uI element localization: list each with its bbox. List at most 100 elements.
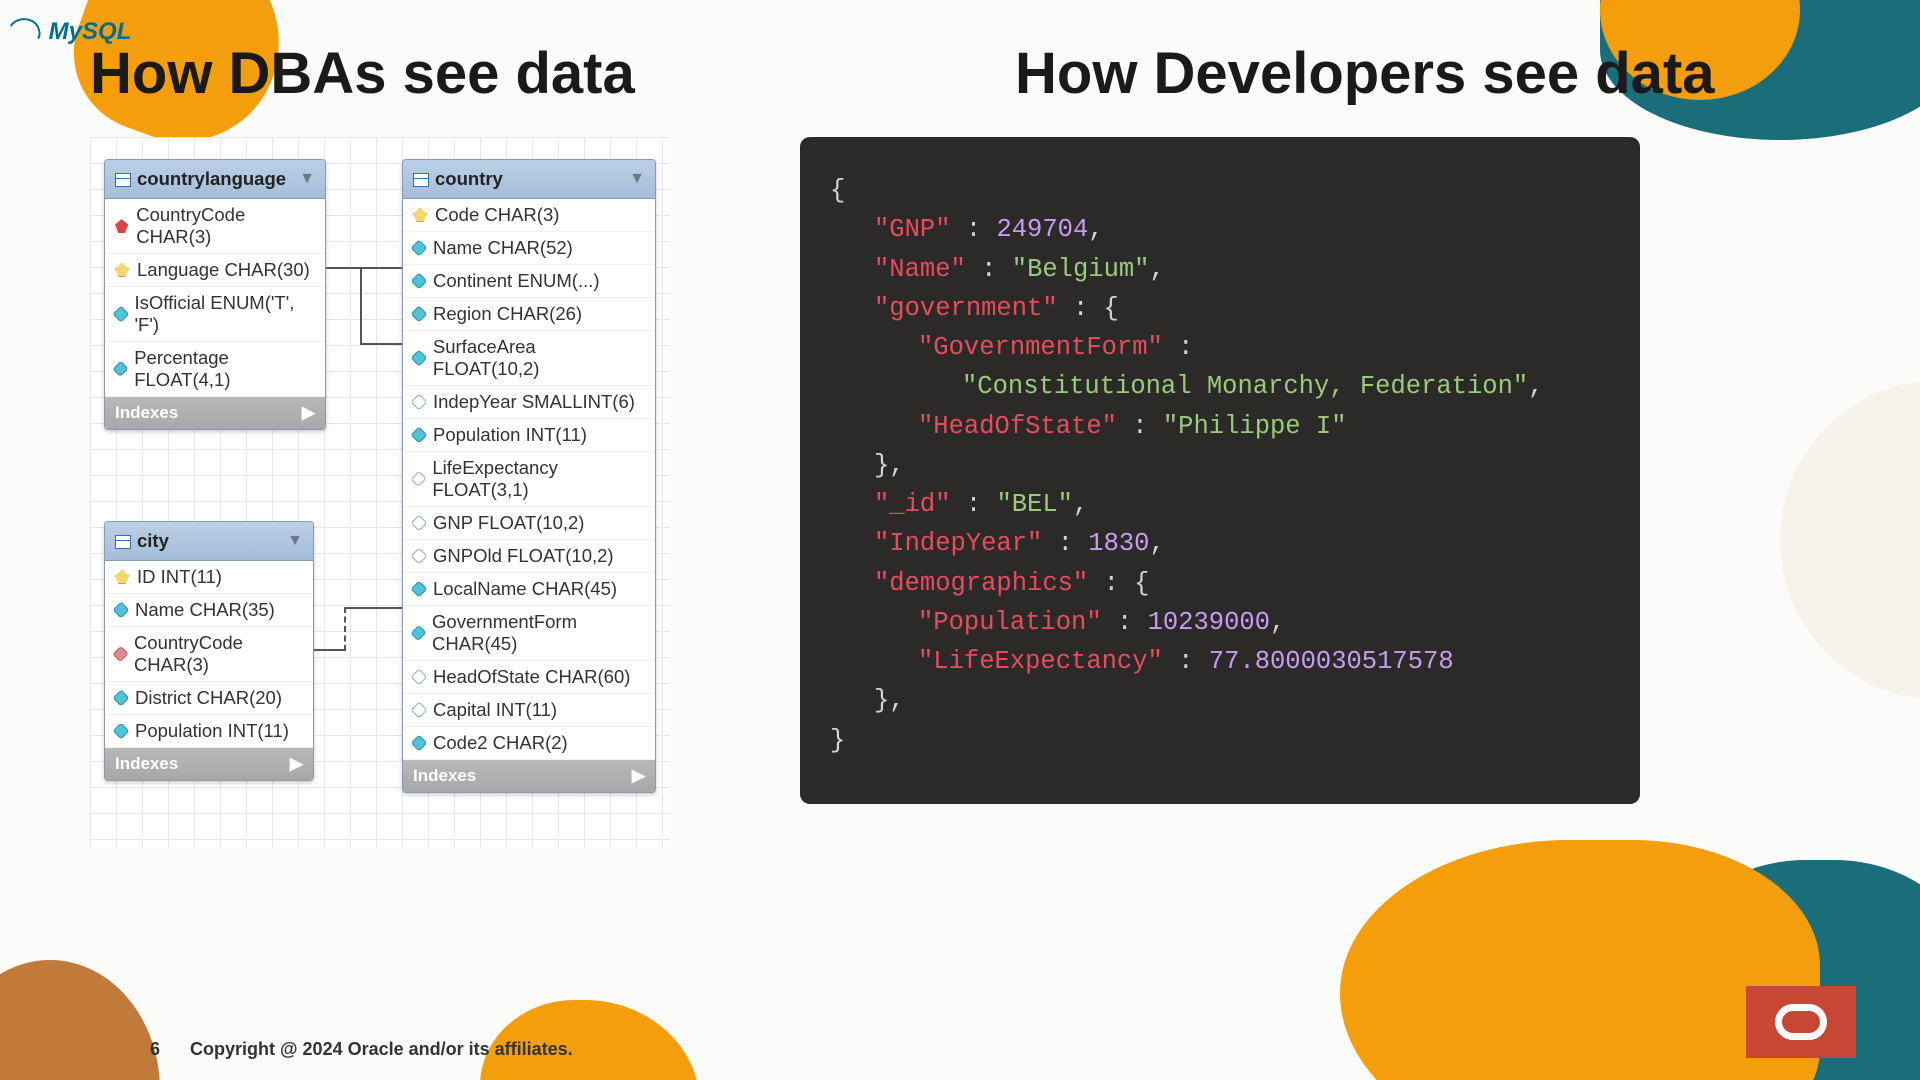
table-column: SurfaceArea FLOAT(10,2) [403,331,655,386]
column-icon [113,690,130,707]
relationship-line [314,649,344,651]
table-name: countrylanguage [137,168,286,189]
title-left: How DBAs see data [90,40,905,107]
oracle-ring-icon [1775,1004,1827,1040]
table-column: District CHAR(20) [105,682,313,715]
column-icon [411,515,428,532]
table-column: Code2 CHAR(2) [403,727,655,760]
column-icon [113,723,130,740]
code-line: "GovernmentForm" : [830,328,1610,367]
footer-label: Indexes [115,754,178,774]
column-text: IsOfficial ENUM('T', 'F') [135,292,315,336]
relationship-line [360,343,402,345]
slide-body: How DBAs see data How Developers see dat… [0,0,1920,1080]
table-column: IndepYear SMALLINT(6) [403,386,655,419]
table-column: LocalName CHAR(45) [403,573,655,606]
column-text: Population INT(11) [433,424,587,446]
table-footer: Indexes ▶ [105,397,325,429]
play-icon: ▶ [632,766,645,786]
code-line: "_id" : "BEL", [830,485,1610,524]
table-city: city ▼ ID INT(11) Name CHAR(35) CountryC… [104,521,314,781]
table-column: Percentage FLOAT(4,1) [105,342,325,397]
code-line: "IndepYear" : 1830, [830,524,1610,563]
oracle-logo [1746,986,1856,1058]
column-text: Population INT(11) [135,720,289,742]
json-code-block: { "GNP" : 249704, "Name" : "Belgium", "g… [800,137,1640,804]
table-column: Capital INT(11) [403,694,655,727]
code-line: "Constitutional Monarchy, Federation", [830,367,1610,406]
copyright-text: Copyright @ 2024 Oracle and/or its affil… [190,1039,573,1060]
table-column: CountryCode CHAR(3) [105,627,313,682]
column-text: GNPOld FLOAT(10,2) [433,545,614,567]
column-icon [112,306,129,323]
table-column: ID INT(11) [105,561,313,594]
table-header: country ▼ [403,160,655,199]
column-text: Name CHAR(52) [433,237,573,259]
code-line: "HeadOfState" : "Philippe I" [830,407,1610,446]
table-icon [115,173,131,187]
column-icon [411,427,428,444]
chevron-down-icon: ▼ [629,170,645,188]
code-line: "GNP" : 249704, [830,210,1610,249]
code-line: } [830,726,845,755]
column-text: HeadOfState CHAR(60) [433,666,630,688]
column-text: District CHAR(20) [135,687,282,709]
column-text: Code CHAR(3) [435,204,559,226]
code-line: "Population" : 10239000, [830,603,1610,642]
table-column: GNP FLOAT(10,2) [403,507,655,540]
column-text: Region CHAR(26) [433,303,582,325]
column-text: Continent ENUM(...) [433,270,600,292]
column-icon [411,669,428,686]
column-text: ID INT(11) [137,566,222,588]
column-icon [411,306,428,323]
table-name: country [435,168,503,189]
footer-label: Indexes [115,403,178,423]
fk-column-icon [112,646,128,662]
code-line: }, [830,446,1610,485]
title-row: How DBAs see data How Developers see dat… [90,40,1830,107]
table-column: GovernmentForm CHAR(45) [403,606,655,661]
er-diagram: countrylanguage ▼ CountryCode CHAR(3) La… [90,137,670,847]
column-text: Name CHAR(35) [135,599,275,621]
table-column: IsOfficial ENUM('T', 'F') [105,287,325,342]
column-icon [411,581,428,598]
table-footer: Indexes ▶ [105,748,313,780]
column-text: IndepYear SMALLINT(6) [433,391,635,413]
table-header: countrylanguage ▼ [105,160,325,199]
column-text: Capital INT(11) [433,699,557,721]
play-icon: ▶ [302,403,315,423]
column-icon [113,602,130,619]
table-countrylanguage: countrylanguage ▼ CountryCode CHAR(3) La… [104,159,326,430]
relationship-line [326,267,402,269]
table-column: GNPOld FLOAT(10,2) [403,540,655,573]
column-text: LifeExpectancy FLOAT(3,1) [432,457,645,501]
code-line: "demographics" : { [830,564,1610,603]
table-column: LifeExpectancy FLOAT(3,1) [403,452,655,507]
column-text: Percentage FLOAT(4,1) [134,347,315,391]
table-country: country ▼ Code CHAR(3) Name CHAR(52) Con… [402,159,656,793]
table-column: Region CHAR(26) [403,298,655,331]
chevron-down-icon: ▼ [299,170,315,188]
table-column: Population INT(11) [403,419,655,452]
code-line: "Name" : "Belgium", [830,250,1610,289]
table-footer: Indexes▶ [403,760,655,792]
table-header: city ▼ [105,522,313,561]
title-right: How Developers see data [1015,40,1830,107]
chevron-down-icon: ▼ [287,532,303,550]
table-icon [115,535,131,549]
page-number: 6 [150,1039,160,1060]
key-icon [413,208,427,222]
column-icon [411,735,428,752]
table-name: city [137,530,169,551]
column-icon [411,240,428,257]
column-icon [411,702,428,719]
column-text: Code2 CHAR(2) [433,732,568,754]
play-icon: ▶ [290,754,303,774]
column-text: GovernmentForm CHAR(45) [432,611,645,655]
table-column: HeadOfState CHAR(60) [403,661,655,694]
relationship-line [360,267,362,343]
column-text: Language CHAR(30) [137,259,310,281]
code-line: "LifeExpectancy" : 77.8000030517578 [830,642,1610,681]
column-icon [112,361,128,377]
column-icon [410,471,427,488]
